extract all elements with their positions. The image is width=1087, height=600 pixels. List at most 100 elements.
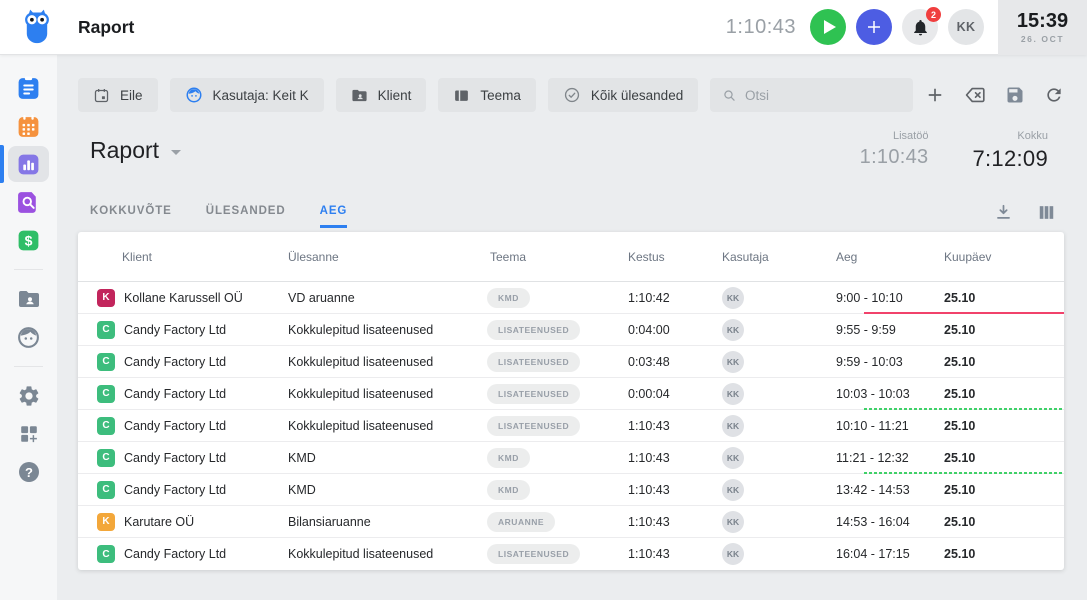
user-cell: KK [718,511,834,533]
clipboard-tasks-icon [16,76,41,101]
user-avatar-small: KK [722,511,744,533]
topic-tag: KMD [487,480,530,500]
search-box [710,78,913,112]
save-floppy-icon [1005,85,1025,105]
grand-total: Kokku 7:12:09 [972,130,1048,172]
client-cell: CCandy Factory Ltd [78,385,288,403]
user-cell: KK [718,351,834,373]
user-cell: KK [718,383,834,405]
table-row[interactable]: CCandy Factory LtdKokkulepitud lisateenu… [78,346,1064,378]
topic-tag: LISATEENUSED [487,320,580,340]
column-header[interactable]: Ülesanne [288,250,487,264]
filter-chip-label: Klient [378,88,412,103]
clock-date: 26. OCT [1021,34,1064,44]
table-body: KKollane Karussell OÜVD aruanneKMD1:10:4… [78,282,1064,570]
column-header[interactable]: Kasutaja [718,250,834,264]
search-input[interactable] [745,88,901,103]
tab-kokkuvote[interactable]: KOKKUVÕTE [90,205,172,228]
task-cell: VD aruanne [288,291,487,305]
time-range-cell: 13:42 - 14:53 [834,483,944,497]
user-avatar-small: KK [722,415,744,437]
filter-chip-tasks[interactable]: Kõik ülesanded [548,78,698,112]
filter-chip-user[interactable]: Kasutaja: Keit K [170,78,324,112]
client-name: Candy Factory Ltd [124,483,226,497]
extra-total-label: Lisatöö [860,130,929,142]
sidebar-item-billing[interactable]: $ [0,221,57,259]
play-button[interactable] [810,9,846,45]
add-button[interactable] [856,9,892,45]
report-title-dropdown[interactable]: Raport [90,137,181,164]
task-cell: Kokkulepitud lisateenused [288,387,487,401]
sidebar-item-help[interactable]: ? [0,453,57,491]
sidebar-divider [14,269,43,270]
table-row[interactable]: KKollane Karussell OÜVD aruanneKMD1:10:4… [78,282,1064,314]
user-cell: KK [718,543,834,565]
table-row[interactable]: CCandy Factory LtdKokkulepitud lisateenu… [78,378,1064,410]
time-range-cell: 9:55 - 9:59 [834,323,944,337]
client-name: Candy Factory Ltd [124,451,226,465]
columns-button[interactable] [1037,203,1056,222]
save-report-button[interactable] [1005,85,1025,105]
client-cell: CCandy Factory Ltd [78,481,288,499]
sidebar-item-persons[interactable] [0,318,57,356]
user-avatar[interactable]: KK [948,9,984,45]
table-row[interactable]: CCandy Factory LtdKokkulepitud lisateenu… [78,410,1064,442]
table-toolbar [994,203,1056,228]
filter-chip-client[interactable]: Klient [336,78,427,112]
table-row[interactable]: CCandy Factory LtdKokkulepitud lisateenu… [78,538,1064,570]
client-name: Candy Factory Ltd [124,355,226,369]
column-header[interactable]: Kestus [626,250,718,264]
date-cell: 25.10 [944,387,1064,401]
date-cell: 25.10 [944,419,1064,433]
table-row[interactable]: KKarutare OÜBilansiaruanneARUANNE1:10:43… [78,506,1064,538]
topic-cell: LISATEENUSED [487,544,626,564]
tab-ulesanded[interactable]: ÜLESANDED [206,205,286,228]
table-row[interactable]: CCandy Factory LtdKMDKMD1:10:43KK13:42 -… [78,474,1064,506]
client-avatar: C [97,321,115,339]
clock: 15:39 26. OCT [998,0,1087,55]
client-cell: CCandy Factory Ltd [78,353,288,371]
clock-time: 15:39 [1017,10,1068,32]
table-row[interactable]: CCandy Factory LtdKokkulepitud lisateenu… [78,314,1064,346]
sidebar-item-settings[interactable] [0,377,57,415]
column-header[interactable]: Aeg [834,250,944,264]
main-content: Eile Kasutaja: Keit K Klient [57,55,1087,600]
sidebar-item-calendar[interactable] [0,107,57,145]
tab-aeg[interactable]: AEG [320,205,348,228]
topic-cell: LISATEENUSED [487,384,626,404]
sidebar-item-tasks[interactable] [0,69,57,107]
column-header[interactable]: Teema [487,250,626,264]
client-name: Candy Factory Ltd [124,419,226,433]
duration-cell: 1:10:42 [626,291,718,305]
client-avatar: K [97,513,115,531]
client-avatar: C [97,417,115,435]
settings-gear-icon [17,384,41,408]
download-button[interactable] [994,203,1013,222]
table-row[interactable]: CCandy Factory LtdKMDKMD1:10:43KK11:21 -… [78,442,1064,474]
clear-filters-button[interactable] [964,84,986,106]
person-face-icon [16,325,41,350]
filter-chip-date[interactable]: Eile [78,78,158,112]
column-header[interactable]: Klient [78,250,288,264]
duration-cell: 0:00:04 [626,387,718,401]
client-cell: CCandy Factory Ltd [78,321,288,339]
task-cell: Bilansiaruanne [288,515,487,529]
sidebar-item-integrations[interactable] [0,415,57,453]
filter-chip-topic[interactable]: Teema [438,78,536,112]
date-cell: 25.10 [944,547,1064,561]
time-range-cell: 9:59 - 10:03 [834,355,944,369]
column-header[interactable]: Kuupäev [944,250,1064,264]
grand-total-value: 7:12:09 [972,146,1048,172]
sidebar-item-report[interactable] [0,145,57,183]
sidebar-divider [14,366,43,367]
add-filter-button[interactable] [925,85,945,105]
refresh-button[interactable] [1044,85,1064,105]
sidebar-item-search-documents[interactable] [0,183,57,221]
date-cell: 25.10 [944,483,1064,497]
topic-tag: ARUANNE [487,512,555,532]
notifications-button[interactable]: 2 [902,9,938,45]
plus-icon [865,18,883,36]
report-title: Raport [90,137,159,164]
sidebar-item-clients[interactable] [0,280,57,318]
task-cell: KMD [288,483,487,497]
